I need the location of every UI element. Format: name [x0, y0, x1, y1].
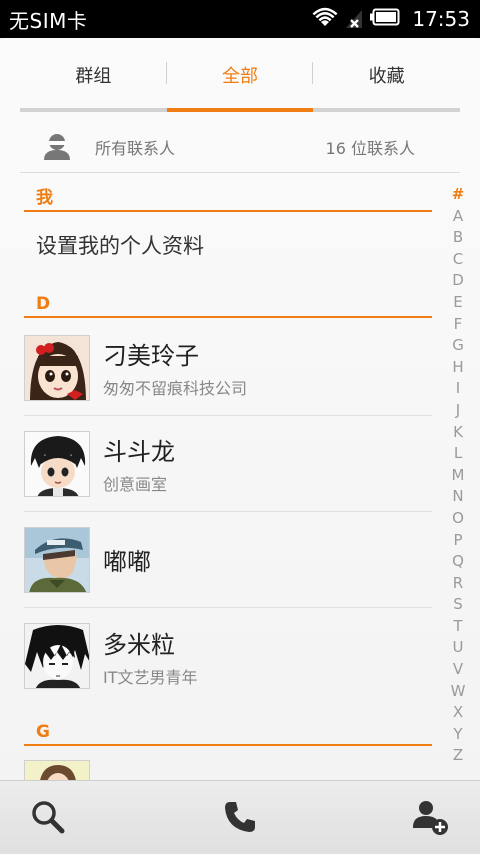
section-header-label: 我: [36, 188, 53, 208]
tab-label: 收藏: [368, 66, 405, 87]
alpha-index-letter[interactable]: B: [453, 227, 463, 249]
divider: [20, 172, 460, 173]
alpha-index-letter[interactable]: F: [454, 314, 463, 336]
avatar: [24, 526, 90, 593]
section-header-d: D: [24, 294, 432, 318]
tab-groups[interactable]: 群组: [20, 38, 167, 112]
contact-item[interactable]: [24, 760, 432, 780]
alpha-index-letter[interactable]: O: [452, 508, 464, 530]
alpha-index-letter[interactable]: E: [453, 292, 462, 314]
my-profile-item[interactable]: 设置我的个人资料: [24, 218, 432, 272]
alpha-index-letter[interactable]: G: [452, 335, 464, 357]
contact-name: 嘟嘟: [103, 548, 151, 576]
alpha-index-letter[interactable]: C: [453, 249, 463, 271]
phone-icon: [222, 799, 258, 839]
alpha-index-letter[interactable]: T: [453, 616, 462, 638]
dialer-button[interactable]: [220, 799, 260, 839]
add-contact-icon: [410, 797, 450, 841]
alpha-index-letter[interactable]: D: [452, 270, 464, 292]
tab-label: 全部: [222, 66, 258, 87]
alpha-index-letter[interactable]: U: [453, 637, 464, 659]
bottom-toolbar: [0, 780, 480, 854]
alpha-index-letter[interactable]: I: [456, 378, 460, 400]
alpha-index-letter[interactable]: H: [452, 357, 463, 379]
no-signal-icon: [346, 6, 363, 32]
status-time: 17:53: [412, 7, 470, 31]
tab-favorites[interactable]: 收藏: [313, 38, 460, 112]
alpha-index-letter[interactable]: S: [453, 594, 463, 616]
contact-item[interactable]: 多米粒 IT文艺男青年: [24, 608, 432, 704]
alpha-index-letter[interactable]: V: [453, 659, 463, 681]
contact-item[interactable]: 嘟嘟: [24, 512, 432, 608]
contacts-count: 16 位联系人: [325, 139, 415, 158]
section-header-g: G: [24, 722, 432, 746]
contact-text: 嘟嘟: [103, 542, 151, 577]
avatar: [24, 334, 90, 401]
all-contacts-filter[interactable]: 所有联系人 16 位联系人: [20, 122, 460, 172]
battery-icon: [370, 7, 400, 31]
contact-company: IT文艺男青年: [103, 667, 198, 687]
section-header-label: G: [36, 722, 50, 742]
alpha-index-letter[interactable]: X: [453, 702, 463, 724]
section-header-label: D: [36, 294, 51, 314]
status-bar: 无SIM卡 17:53: [0, 0, 480, 38]
contact-name: 刁美玲子: [103, 342, 199, 370]
alpha-index-letter[interactable]: P: [453, 530, 462, 552]
avatar: [24, 430, 90, 497]
all-contacts-label: 所有联系人: [95, 139, 176, 158]
contact-text: 斗斗龙 创意画室: [103, 432, 175, 495]
contact-text: 刁美玲子 匆匆不留痕科技公司: [103, 336, 247, 399]
avatar: [24, 623, 90, 689]
status-icons: 17:53: [312, 6, 470, 32]
alpha-index-letter[interactable]: Z: [453, 745, 463, 767]
alpha-index-letter[interactable]: L: [454, 443, 462, 465]
tab-indicator-track: [20, 108, 460, 112]
wifi-icon: [312, 6, 338, 32]
tab-separator: [166, 62, 167, 84]
contact-name: 多米粒: [103, 630, 175, 659]
alpha-index-letter[interactable]: M: [452, 465, 465, 487]
alpha-index-letter[interactable]: W: [451, 681, 466, 703]
contact-name: 斗斗龙: [103, 438, 175, 466]
avatar: [24, 760, 90, 780]
contact-text: 多米粒 IT文艺男青年: [103, 625, 198, 688]
alpha-index-letter[interactable]: A: [453, 206, 463, 228]
tab-separator: [312, 62, 313, 84]
contact-item[interactable]: 斗斗龙 创意画室: [24, 416, 432, 512]
contacts-panel: 群组 全部 收藏 所有联系人 16 位联系人 我 设置我的个人资料 D 刁美玲子…: [0, 38, 480, 780]
contact-item[interactable]: 刁美玲子 匆匆不留痕科技公司: [24, 320, 432, 416]
tab-bar: 群组 全部 收藏: [20, 38, 460, 112]
alpha-index-letter[interactable]: K: [453, 422, 463, 444]
section-header-me: 我: [24, 188, 432, 212]
alpha-index-letter[interactable]: Q: [452, 551, 464, 573]
my-profile-label: 设置我的个人资料: [36, 234, 204, 258]
add-contact-button[interactable]: [410, 799, 450, 839]
alpha-index-letter[interactable]: #: [452, 184, 465, 206]
alpha-index-letter[interactable]: J: [456, 400, 460, 422]
carrier-label: 无SIM卡: [9, 8, 88, 33]
alpha-index-letter[interactable]: Y: [453, 724, 462, 746]
search-button[interactable]: [28, 799, 68, 839]
contact-company: 创意画室: [103, 475, 168, 494]
tab-label: 群组: [75, 66, 112, 87]
person-icon: [42, 132, 72, 162]
alpha-index-letter[interactable]: N: [452, 486, 463, 508]
tab-all[interactable]: 全部: [167, 38, 314, 112]
tab-indicator: [167, 108, 313, 112]
alpha-index-letter[interactable]: R: [453, 573, 463, 595]
search-icon: [30, 799, 66, 839]
alphabet-index[interactable]: # A B C D E F G H I J K L M N O P Q R S T U V W X Y Z: [446, 184, 470, 767]
contact-company: 匆匆不留痕科技公司: [103, 379, 248, 398]
